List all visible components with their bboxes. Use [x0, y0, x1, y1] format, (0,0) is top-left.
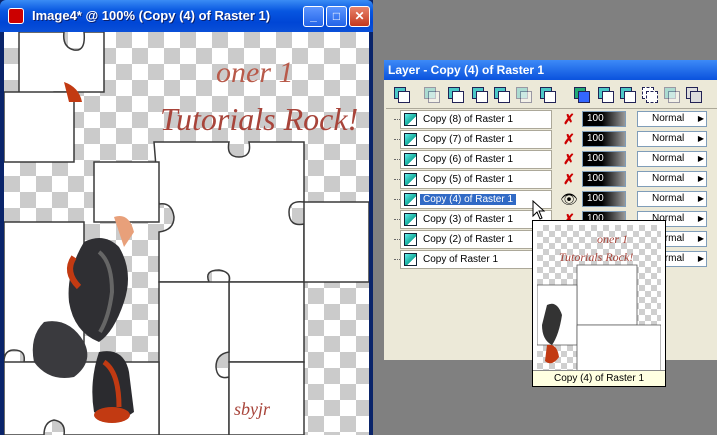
chevron-right-icon: ▶	[697, 234, 705, 243]
close-button[interactable]: ✕	[349, 6, 370, 27]
eye-icon[interactable]: 👁	[558, 191, 580, 207]
opacity-slider[interactable]: 100	[582, 151, 626, 167]
layer-row[interactable]: Copy (7) of Raster 1 ✗ 100 Normal ▶	[394, 130, 717, 149]
canvas-text-top: oner 1	[216, 56, 294, 89]
new-mask-layer-icon[interactable]	[470, 85, 488, 103]
layer-row[interactable]: Copy (5) of Raster 1 ✗ 100 Normal ▶	[394, 170, 717, 189]
thumbnail-caption: Copy (4) of Raster 1	[533, 370, 665, 386]
visibility-toggle-icon[interactable]: ✗	[558, 171, 580, 187]
opacity-slider[interactable]: 100	[582, 191, 626, 207]
chevron-right-icon: ▶	[697, 214, 705, 223]
layer-thumbnail-tooltip: oner 1 Tutorials Rock! Copy (4) of Raste…	[532, 220, 666, 387]
opacity-slider[interactable]: 100	[582, 171, 626, 187]
blend-mode-select[interactable]: Normal ▶	[637, 151, 707, 167]
chevron-right-icon: ▶	[697, 114, 705, 123]
layer-row[interactable]: Copy (8) of Raster 1 ✗ 100 Normal ▶	[394, 110, 717, 129]
layer-name: Copy (3) of Raster 1	[423, 214, 514, 225]
new-layer-group-icon[interactable]	[446, 85, 464, 103]
layer-name: Copy (5) of Raster 1	[423, 174, 514, 185]
selection-icon[interactable]	[640, 85, 658, 103]
raster-layer-icon	[404, 233, 417, 246]
layer-row[interactable]: Copy (6) of Raster 1 ✗ 100 Normal ▶	[394, 150, 717, 169]
image-window-title: Image4* @ 100% (Copy (4) of Raster 1)	[32, 8, 271, 23]
raster-layer-icon	[404, 153, 417, 166]
thumbnail-text-main: Tutorials Rock!	[559, 250, 633, 264]
image-window: Image4* @ 100% (Copy (4) of Raster 1) _ …	[0, 0, 373, 435]
raster-layer-icon	[404, 213, 417, 226]
layer-palette-title-bar[interactable]: Layer - Copy (4) of Raster 1	[384, 60, 717, 80]
blend-mode-select[interactable]: Normal ▶	[637, 131, 707, 147]
chevron-right-icon: ▶	[697, 254, 705, 263]
color-icon[interactable]	[572, 85, 590, 103]
duplicate-layer-icon[interactable]	[514, 85, 532, 103]
link-layers-icon[interactable]	[596, 85, 614, 103]
canvas-text-main: Tutorials Rock!	[160, 101, 358, 137]
thumbnail-text-top: oner 1	[597, 232, 628, 246]
new-vector-layer-icon[interactable]	[422, 85, 440, 103]
layer-thumbnail-image: oner 1 Tutorials Rock!	[536, 225, 662, 372]
app-icon[interactable]	[8, 8, 24, 24]
delete-layer-icon[interactable]	[538, 85, 556, 103]
chevron-right-icon: ▶	[697, 194, 705, 203]
raster-layer-icon	[404, 133, 417, 146]
opacity-slider[interactable]: 100	[582, 131, 626, 147]
canvas-text-bottom: sbyjr	[234, 399, 271, 419]
puzzle-artwork: oner 1 Tutorials Rock! sbyjr	[4, 32, 369, 435]
raster-layer-icon	[404, 193, 417, 206]
new-raster-layer-icon[interactable]	[392, 85, 410, 103]
chevron-right-icon: ▶	[697, 134, 705, 143]
mouse-cursor-icon	[532, 200, 546, 220]
visibility-toggle-icon[interactable]: ✗	[558, 111, 580, 127]
layer-name: Copy (7) of Raster 1	[423, 134, 514, 145]
chevron-right-icon: ▶	[697, 174, 705, 183]
blend-mode-select[interactable]: Normal ▶	[637, 191, 707, 207]
layer-properties-icon[interactable]	[618, 85, 636, 103]
visibility-toggle-icon[interactable]: ✗	[558, 131, 580, 147]
layer-name: Copy (6) of Raster 1	[423, 154, 514, 165]
layer-palette-title: Layer - Copy (4) of Raster 1	[388, 63, 545, 77]
layer-name: Copy (4) of Raster 1	[420, 194, 517, 205]
chevron-right-icon: ▶	[697, 154, 705, 163]
opacity-slider[interactable]: 100	[582, 111, 626, 127]
image-title-bar[interactable]: Image4* @ 100% (Copy (4) of Raster 1) _ …	[0, 0, 373, 32]
visibility-toggle-icon[interactable]: ✗	[558, 151, 580, 167]
layer-name: Copy (2) of Raster 1	[423, 234, 514, 245]
maximize-button[interactable]: □	[326, 6, 347, 27]
layer-name: Copy (8) of Raster 1	[423, 114, 514, 125]
minimize-button[interactable]: _	[303, 6, 324, 27]
raster-layer-icon	[404, 113, 417, 126]
blend-mode-select[interactable]: Normal ▶	[637, 111, 707, 127]
edit-layer-icon[interactable]	[662, 85, 680, 103]
image-canvas[interactable]: oner 1 Tutorials Rock! sbyjr	[4, 32, 369, 435]
palette-options-icon[interactable]	[684, 85, 702, 103]
new-adjustment-layer-icon[interactable]	[492, 85, 510, 103]
layer-toolbar	[386, 82, 717, 109]
blend-mode-select[interactable]: Normal ▶	[637, 171, 707, 187]
layer-row-selected[interactable]: Copy (4) of Raster 1 👁 100 Normal ▶	[394, 190, 717, 209]
raster-layer-icon	[404, 173, 417, 186]
layer-name: Copy of Raster 1	[423, 254, 499, 265]
raster-layer-icon	[404, 253, 417, 266]
